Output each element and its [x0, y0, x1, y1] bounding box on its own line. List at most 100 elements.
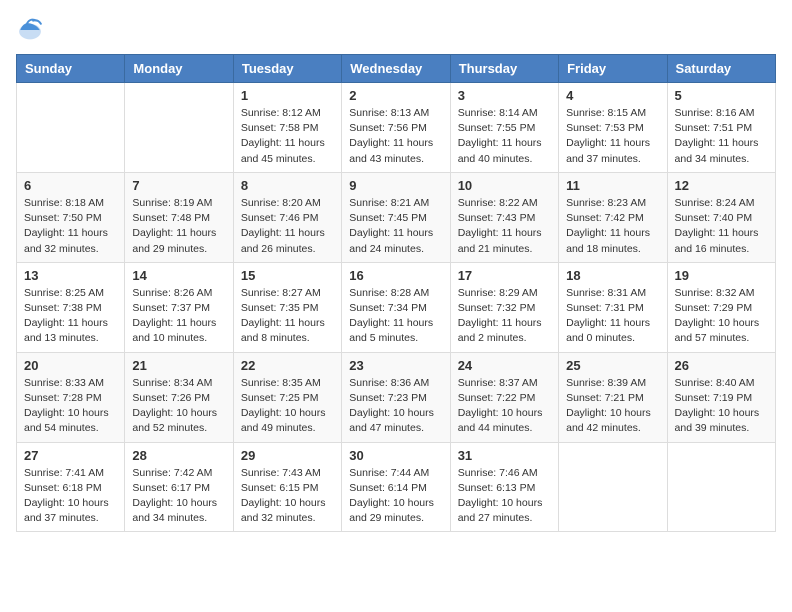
weekday-header-cell: Friday: [559, 55, 667, 83]
cell-info: Sunrise: 7:46 AMSunset: 6:13 PMDaylight:…: [458, 467, 543, 525]
day-number: 3: [458, 88, 551, 103]
calendar-cell: 26 Sunrise: 8:40 AMSunset: 7:19 PMDayligh…: [667, 352, 775, 442]
cell-info: Sunrise: 8:27 AMSunset: 7:35 PMDaylight:…: [241, 287, 325, 345]
cell-info: Sunrise: 8:39 AMSunset: 7:21 PMDaylight:…: [566, 377, 651, 435]
weekday-header-cell: Sunday: [17, 55, 125, 83]
calendar-cell: 25Sunrise: 8:39 AMSunset: 7:21 PMDayligh…: [559, 352, 667, 442]
day-number: 24: [458, 358, 551, 373]
cell-info: Sunrise: 8:31 AMSunset: 7:31 PMDaylight:…: [566, 287, 650, 345]
day-number: 10: [458, 178, 551, 193]
calendar-cell: 31 Sunrise: 7:46 AMSunset: 6:13 PMDayligh…: [450, 442, 558, 532]
day-number: 9: [349, 178, 442, 193]
cell-info: Sunrise: 8:25 AMSunset: 7:38 PMDaylight:…: [24, 287, 108, 345]
calendar-week-row: 13 Sunrise: 8:25 AMSunset: 7:38 PMDayligh…: [17, 262, 776, 352]
calendar-week-row: 27 Sunrise: 7:41 AMSunset: 6:18 PMDayligh…: [17, 442, 776, 532]
calendar-cell: 15 Sunrise: 8:27 AMSunset: 7:35 PMDayligh…: [233, 262, 341, 352]
day-number: 19: [675, 268, 768, 283]
day-number: 6: [24, 178, 117, 193]
cell-info: Sunrise: 8:28 AMSunset: 7:34 PMDaylight:…: [349, 287, 433, 345]
calendar-cell: 22Sunrise: 8:35 AMSunset: 7:25 PMDayligh…: [233, 352, 341, 442]
cell-info: Sunrise: 8:29 AMSunset: 7:32 PMDaylight:…: [458, 287, 542, 345]
calendar-cell: 14Sunrise: 8:26 AMSunset: 7:37 PMDayligh…: [125, 262, 233, 352]
logo: [16, 16, 48, 44]
day-number: 18: [566, 268, 659, 283]
calendar-cell: 23 Sunrise: 8:36 AMSunset: 7:23 PMDayligh…: [342, 352, 450, 442]
cell-info: Sunrise: 8:24 AMSunset: 7:40 PMDaylight:…: [675, 197, 759, 255]
calendar-cell: 16 Sunrise: 8:28 AMSunset: 7:34 PMDayligh…: [342, 262, 450, 352]
calendar-cell: 18 Sunrise: 8:31 AMSunset: 7:31 PMDayligh…: [559, 262, 667, 352]
calendar-cell: 12 Sunrise: 8:24 AMSunset: 7:40 PMDayligh…: [667, 172, 775, 262]
calendar-cell: 11 Sunrise: 8:23 AMSunset: 7:42 PMDayligh…: [559, 172, 667, 262]
calendar-cell: 3 Sunrise: 8:14 AMSunset: 7:55 PMDaylight…: [450, 83, 558, 173]
day-number: 15: [241, 268, 334, 283]
day-number: 2: [349, 88, 442, 103]
cell-info: Sunrise: 8:26 AMSunset: 7:37 PMDaylight:…: [132, 287, 216, 345]
calendar-cell: 7 Sunrise: 8:19 AMSunset: 7:48 PMDaylight…: [125, 172, 233, 262]
header: [16, 16, 776, 44]
calendar-week-row: 6 Sunrise: 8:18 AMSunset: 7:50 PMDaylight…: [17, 172, 776, 262]
cell-info: Sunrise: 8:14 AMSunset: 7:55 PMDaylight:…: [458, 107, 542, 165]
cell-info: Sunrise: 8:34 AMSunset: 7:26 PMDaylight:…: [132, 377, 217, 435]
calendar-table: SundayMondayTuesdayWednesdayThursdayFrid…: [16, 54, 776, 532]
weekday-header-cell: Monday: [125, 55, 233, 83]
cell-info: Sunrise: 7:42 AMSunset: 6:17 PMDaylight:…: [132, 467, 217, 525]
cell-info: Sunrise: 8:19 AMSunset: 7:48 PMDaylight:…: [132, 197, 216, 255]
calendar-body: 1 Sunrise: 8:12 AMSunset: 7:58 PMDaylight…: [17, 83, 776, 532]
day-number: 13: [24, 268, 117, 283]
calendar-cell: 28 Sunrise: 7:42 AMSunset: 6:17 PMDayligh…: [125, 442, 233, 532]
calendar-cell: 20 Sunrise: 8:33 AMSunset: 7:28 PMDayligh…: [17, 352, 125, 442]
day-number: 8: [241, 178, 334, 193]
calendar-cell: [667, 442, 775, 532]
cell-info: Sunrise: 7:44 AMSunset: 6:14 PMDaylight:…: [349, 467, 434, 525]
cell-info: Sunrise: 8:40 AMSunset: 7:19 PMDaylight:…: [675, 377, 760, 435]
cell-info: Sunrise: 8:16 AMSunset: 7:51 PMDaylight:…: [675, 107, 759, 165]
day-number: 29: [241, 448, 334, 463]
cell-info: Sunrise: 8:18 AMSunset: 7:50 PMDaylight:…: [24, 197, 108, 255]
calendar-cell: 4 Sunrise: 8:15 AMSunset: 7:53 PMDaylight…: [559, 83, 667, 173]
day-number: 12: [675, 178, 768, 193]
day-number: 16: [349, 268, 442, 283]
cell-info: Sunrise: 8:15 AMSunset: 7:53 PMDaylight:…: [566, 107, 650, 165]
calendar-cell: 13 Sunrise: 8:25 AMSunset: 7:38 PMDayligh…: [17, 262, 125, 352]
day-number: 26: [675, 358, 768, 373]
cell-info: Sunrise: 8:13 AMSunset: 7:56 PMDaylight:…: [349, 107, 433, 165]
calendar-cell: 2 Sunrise: 8:13 AMSunset: 7:56 PMDaylight…: [342, 83, 450, 173]
cell-info: Sunrise: 8:12 AMSunset: 7:58 PMDaylight:…: [241, 107, 325, 165]
cell-info: Sunrise: 8:36 AMSunset: 7:23 PMDaylight:…: [349, 377, 434, 435]
cell-info: Sunrise: 7:43 AMSunset: 6:15 PMDaylight:…: [241, 467, 326, 525]
day-number: 30: [349, 448, 442, 463]
day-number: 21: [132, 358, 225, 373]
calendar-week-row: 1 Sunrise: 8:12 AMSunset: 7:58 PMDaylight…: [17, 83, 776, 173]
day-number: 27: [24, 448, 117, 463]
calendar-cell: 6 Sunrise: 8:18 AMSunset: 7:50 PMDaylight…: [17, 172, 125, 262]
cell-info: Sunrise: 8:33 AMSunset: 7:28 PMDaylight:…: [24, 377, 109, 435]
calendar-cell: 1 Sunrise: 8:12 AMSunset: 7:58 PMDaylight…: [233, 83, 341, 173]
cell-info: Sunrise: 7:41 AMSunset: 6:18 PMDaylight:…: [24, 467, 109, 525]
calendar-cell: 10Sunrise: 8:22 AMSunset: 7:43 PMDayligh…: [450, 172, 558, 262]
weekday-header-cell: Wednesday: [342, 55, 450, 83]
calendar-cell: [559, 442, 667, 532]
calendar-cell: 29 Sunrise: 7:43 AMSunset: 6:15 PMDayligh…: [233, 442, 341, 532]
calendar-cell: [17, 83, 125, 173]
day-number: 11: [566, 178, 659, 193]
day-number: 4: [566, 88, 659, 103]
cell-info: Sunrise: 8:32 AMSunset: 7:29 PMDaylight:…: [675, 287, 760, 345]
day-number: 7: [132, 178, 225, 193]
day-number: 20: [24, 358, 117, 373]
cell-info: Sunrise: 8:23 AMSunset: 7:42 PMDaylight:…: [566, 197, 650, 255]
cell-info: Sunrise: 8:20 AMSunset: 7:46 PMDaylight:…: [241, 197, 325, 255]
day-number: 5: [675, 88, 768, 103]
cell-info: Sunrise: 8:21 AMSunset: 7:45 PMDaylight:…: [349, 197, 433, 255]
day-number: 28: [132, 448, 225, 463]
day-number: 1: [241, 88, 334, 103]
day-number: 23: [349, 358, 442, 373]
day-number: 31: [458, 448, 551, 463]
weekday-header-cell: Saturday: [667, 55, 775, 83]
calendar-cell: 17Sunrise: 8:29 AMSunset: 7:32 PMDayligh…: [450, 262, 558, 352]
day-number: 22: [241, 358, 334, 373]
calendar-cell: 9 Sunrise: 8:21 AMSunset: 7:45 PMDaylight…: [342, 172, 450, 262]
calendar-cell: 8 Sunrise: 8:20 AMSunset: 7:46 PMDaylight…: [233, 172, 341, 262]
calendar-cell: 27 Sunrise: 7:41 AMSunset: 6:18 PMDayligh…: [17, 442, 125, 532]
weekday-header-cell: Thursday: [450, 55, 558, 83]
calendar-cell: 24Sunrise: 8:37 AMSunset: 7:22 PMDayligh…: [450, 352, 558, 442]
